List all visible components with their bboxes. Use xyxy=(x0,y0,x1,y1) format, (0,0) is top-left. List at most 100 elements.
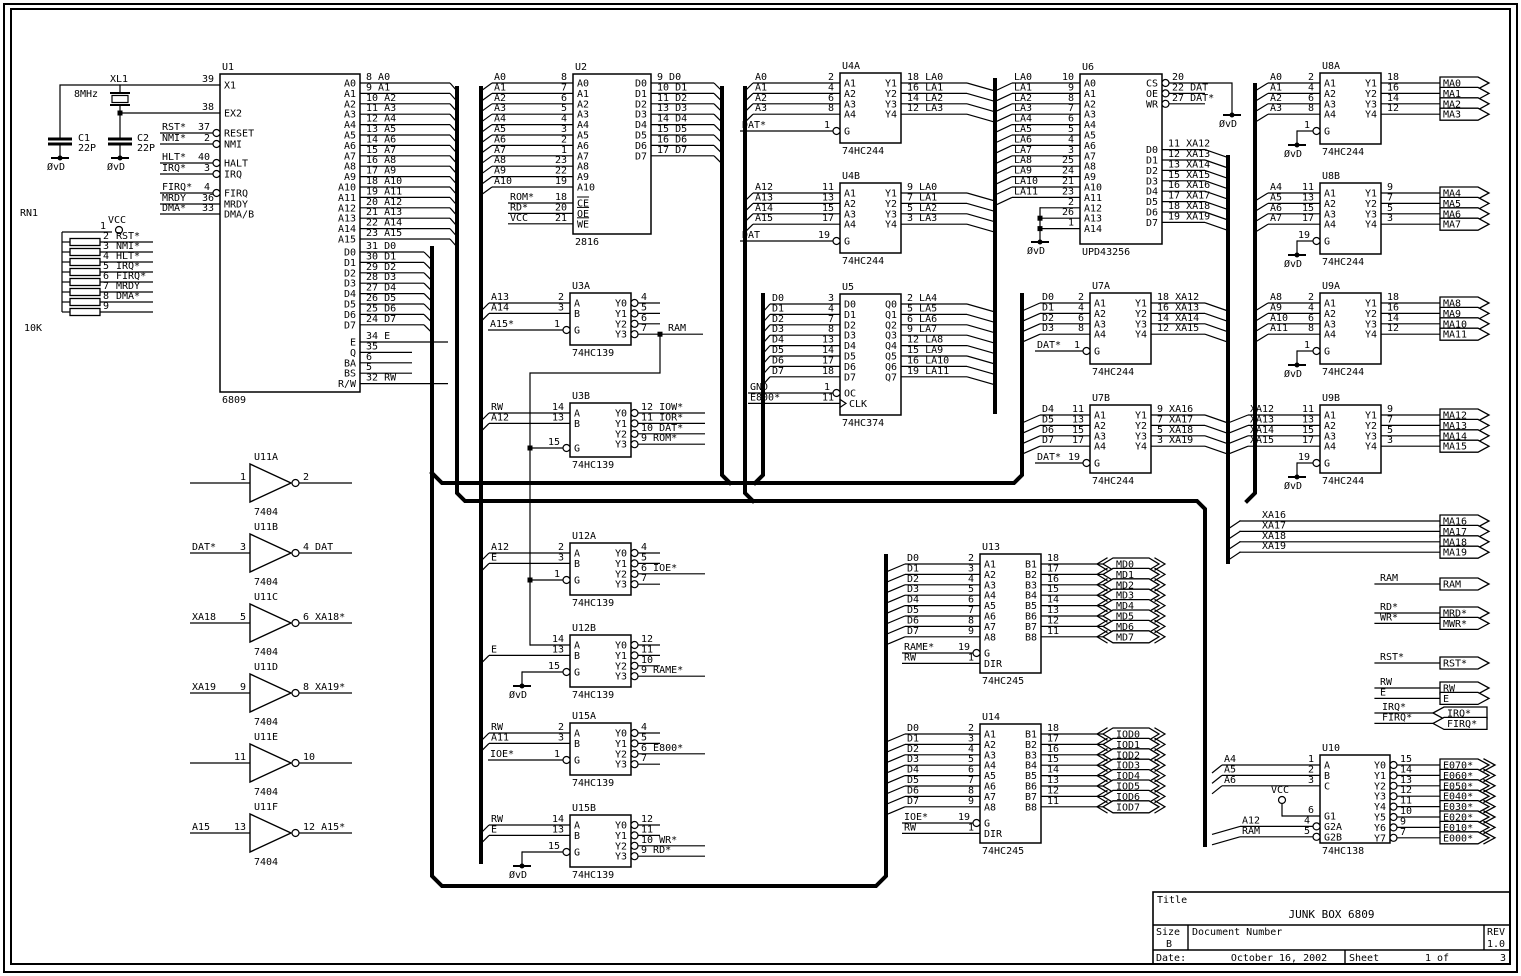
flag-label: MA19 xyxy=(1443,548,1467,559)
net-label: XA19 xyxy=(1169,435,1193,446)
pin-name: B1 xyxy=(1025,730,1037,741)
ground-label: ØvD xyxy=(1027,245,1045,257)
pin-number: 2 xyxy=(558,722,564,733)
chip-part: UPD43256 xyxy=(1082,247,1130,258)
net-label: RAME* xyxy=(904,642,934,653)
pin-number: 3 xyxy=(1308,775,1314,786)
net-label: A8 xyxy=(494,155,506,166)
pin-name: CLK xyxy=(849,399,867,410)
titleblock-rev: 1.0 xyxy=(1487,939,1505,950)
pin-number: 1 xyxy=(240,472,246,483)
net-label: DAT xyxy=(1190,82,1208,93)
flag-label: MA11 xyxy=(1443,330,1467,341)
pin-number: 4 xyxy=(1304,815,1310,826)
pin-name: Y7 xyxy=(1374,833,1386,844)
pin-name: Y3 xyxy=(1365,319,1377,330)
pin-number: 11 xyxy=(366,103,378,114)
net-label: A15 xyxy=(384,228,402,239)
net-label: A9 xyxy=(1270,302,1282,313)
net-label: A13 xyxy=(755,192,773,203)
net-label: LA7 xyxy=(1014,145,1032,156)
net-label: XA12 xyxy=(1175,292,1199,303)
net-label: LA0 xyxy=(919,182,937,193)
pin-name: Y3 xyxy=(615,852,627,863)
net-label: D7 xyxy=(1042,435,1054,446)
pin-number: 2 xyxy=(558,542,564,553)
pin-number: 15 xyxy=(1047,584,1059,595)
pin-name: A0 xyxy=(577,79,589,90)
pin-number: 8 xyxy=(1078,323,1084,334)
chip-U5: U574HC374D03D0D14D1D27D2D38D3D413D4D514D… xyxy=(748,282,995,429)
chip-U8A: U8A74HC244A12A0A24A1A36A2A48A3G1Y118Y216… xyxy=(1255,61,1440,158)
pin-number: 6 xyxy=(641,743,647,754)
ground-symbol: ØvD xyxy=(1027,240,1049,258)
pin-name: CS xyxy=(1146,79,1158,90)
pin-name: A6 xyxy=(984,612,996,623)
chip-ref: U11E xyxy=(254,732,278,743)
net-label: D4 xyxy=(384,283,396,294)
pin-name: Y0 xyxy=(615,641,627,652)
pin-number: 7 xyxy=(1400,827,1406,838)
inversion-bubble xyxy=(1390,803,1397,810)
pin-name: B2 xyxy=(1025,570,1037,581)
pin-number: 5 xyxy=(968,754,974,765)
net-label: LA6 xyxy=(1014,134,1032,145)
inversion-bubble xyxy=(631,750,638,757)
flag-label: MA3 xyxy=(1443,110,1461,121)
chip-part: 74HC139 xyxy=(572,690,614,701)
pin-name: A1 xyxy=(844,79,856,90)
net-label: D2 xyxy=(772,314,784,325)
flag-label: RAM xyxy=(1443,580,1461,591)
pin-name: D7 xyxy=(844,372,856,383)
pin-name: A4 xyxy=(984,591,996,602)
pin-name: Y2 xyxy=(1374,781,1386,792)
pin-name: Y3 xyxy=(1374,792,1386,803)
pin-number: 2 xyxy=(968,553,974,564)
pin-number: 9 xyxy=(103,301,109,312)
chip-part: 74HC139 xyxy=(572,460,614,471)
flag-label: E xyxy=(1443,694,1449,705)
pin-name: Y2 xyxy=(615,661,627,672)
pin-number: 15 xyxy=(548,661,560,672)
pin-name: D3 xyxy=(344,279,356,290)
pin-number: 3 xyxy=(558,552,564,563)
chip-ref: U12B xyxy=(572,623,596,634)
pin-name: B xyxy=(574,651,580,662)
pin-number: 18 xyxy=(1387,72,1399,83)
pin-name: A14 xyxy=(1084,224,1102,235)
pin-number: 13 xyxy=(1302,192,1314,203)
ground-label: ØvD xyxy=(509,689,527,701)
pin-number: 9 xyxy=(1157,404,1163,415)
pin-number: 16 xyxy=(366,155,378,166)
pin-number: 5 xyxy=(1304,826,1310,837)
pin-number: 1 xyxy=(824,120,830,131)
net-label: D2 xyxy=(675,93,687,104)
pin-number: 15 xyxy=(907,345,919,356)
inversion-bubble xyxy=(1313,238,1320,245)
pin-number: 8 xyxy=(1308,323,1314,334)
inversion-bubble xyxy=(631,570,638,577)
chip-part: 74HC244 xyxy=(842,256,884,267)
net-label: D6 xyxy=(675,134,687,145)
pin-name: B3 xyxy=(1025,580,1037,591)
pin-name: D4 xyxy=(1146,187,1158,198)
pin-name: Q6 xyxy=(885,362,897,373)
pin-number: 24 xyxy=(1062,166,1074,177)
pin-number: 11 xyxy=(1302,404,1314,415)
net-label: IOE* xyxy=(904,812,928,823)
pin-name: A8 xyxy=(344,162,356,173)
pin-number: 12 xyxy=(1168,149,1180,160)
pin-number: 13 xyxy=(552,824,564,835)
pin-number: 1 xyxy=(1304,340,1310,351)
chip-part: 2816 xyxy=(575,237,599,248)
inversion-bubble xyxy=(563,577,570,584)
pin-number: 2 xyxy=(204,133,210,144)
pin-name: Y2 xyxy=(1135,309,1147,320)
pin-number: 19 xyxy=(818,230,830,241)
pin-name: A3 xyxy=(984,580,996,591)
pin-name: Y2 xyxy=(1135,421,1147,432)
net-label: LA1 xyxy=(1014,82,1032,93)
pin-name: A7 xyxy=(984,792,996,803)
pin-name: A5 xyxy=(1084,131,1096,142)
pin-name: A7 xyxy=(1084,151,1096,162)
